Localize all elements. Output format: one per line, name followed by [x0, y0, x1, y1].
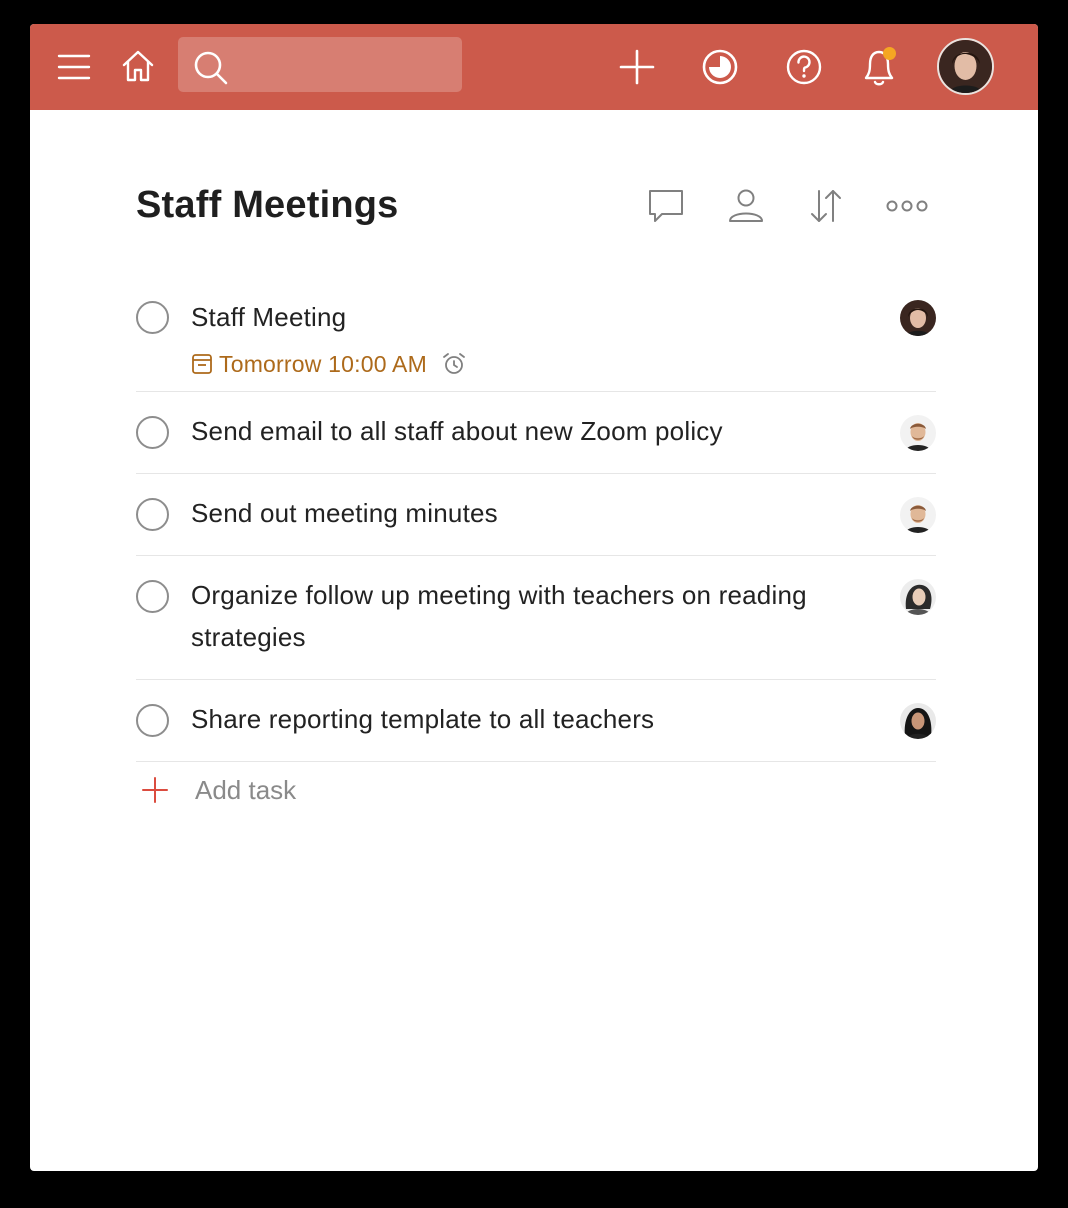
user-avatar[interactable]: [937, 38, 994, 95]
task-row[interactable]: Send out meeting minutes: [136, 473, 936, 556]
assignee-avatar[interactable]: [900, 703, 936, 739]
search-input[interactable]: [236, 37, 456, 94]
menu-icon[interactable]: [54, 48, 94, 86]
help-icon[interactable]: [784, 47, 824, 87]
plus-icon[interactable]: [618, 48, 656, 86]
app-window: Staff Meetings Staff Meeting Tomorrow 10…: [30, 24, 1038, 1171]
search-bar[interactable]: [178, 37, 462, 94]
task-title: Staff Meeting: [191, 302, 347, 332]
task-row[interactable]: Staff Meeting Tomorrow 10:00 AM: [136, 280, 936, 392]
plus-icon: [142, 777, 168, 803]
person-icon[interactable]: [726, 186, 766, 226]
task-title: Organize follow up meeting with teachers…: [191, 580, 807, 652]
more-icon[interactable]: [886, 186, 928, 226]
due-date-label: Tomorrow 10:00 AM: [219, 350, 427, 377]
task-checkbox[interactable]: [136, 498, 169, 531]
assignee-avatar[interactable]: [900, 497, 936, 533]
task-checkbox[interactable]: [136, 416, 169, 449]
assignee-avatar[interactable]: [900, 415, 936, 451]
task-title: Send email to all staff about new Zoom p…: [191, 416, 723, 446]
home-icon[interactable]: [118, 46, 158, 86]
task-row[interactable]: Share reporting template to all teachers: [136, 679, 936, 762]
comment-icon[interactable]: [646, 186, 686, 226]
notification-dot: [883, 47, 896, 60]
assignee-avatar[interactable]: [900, 579, 936, 615]
task-checkbox[interactable]: [136, 704, 169, 737]
task-checkbox[interactable]: [136, 580, 169, 613]
assignee-avatar[interactable]: [900, 300, 936, 336]
sort-icon[interactable]: [806, 186, 846, 226]
add-task-label: Add task: [195, 774, 297, 805]
task-title: Share reporting template to all teachers: [191, 704, 655, 734]
search-icon: [192, 49, 230, 87]
page-title: Staff Meetings: [136, 184, 399, 226]
task-row[interactable]: Organize follow up meeting with teachers…: [136, 555, 936, 680]
task-row[interactable]: Send email to all staff about new Zoom p…: [136, 391, 936, 474]
productivity-icon[interactable]: [700, 47, 740, 87]
add-task-button[interactable]: Add task: [136, 770, 436, 810]
due-date[interactable]: Tomorrow 10:00 AM: [191, 349, 467, 379]
alarm-icon: [443, 353, 465, 374]
task-checkbox[interactable]: [136, 301, 169, 334]
task-title: Send out meeting minutes: [191, 498, 498, 528]
calendar-icon: [192, 354, 212, 374]
top-bar: [30, 24, 1038, 110]
bell-icon[interactable]: [858, 44, 900, 88]
